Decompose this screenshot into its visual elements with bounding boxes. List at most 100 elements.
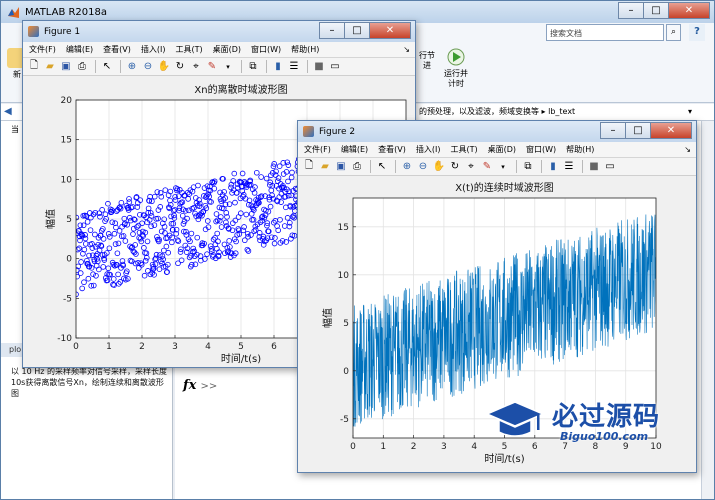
x-tick-label: 4 — [471, 442, 477, 452]
run-and-time-label-1: 运行并 — [444, 69, 468, 78]
zoom-in-icon[interactable]: ⊕ — [400, 160, 414, 174]
x-tick-label: 0 — [350, 442, 356, 452]
menu-insert[interactable]: 插入(I) — [141, 44, 166, 55]
run-and-time-button[interactable]: 运行并 计时 — [441, 47, 471, 89]
zoom-in-icon[interactable]: ⊕ — [125, 60, 139, 74]
chart-title: Xn的离散时域波形图 — [194, 83, 287, 96]
chevron-down-icon[interactable]: ▾ — [688, 104, 692, 120]
pan-icon[interactable]: ✋ — [432, 160, 446, 174]
brush-icon[interactable]: ✎ — [480, 160, 494, 174]
menu-help[interactable]: 帮助(H) — [291, 44, 319, 55]
zoom-out-icon[interactable]: ⊖ — [141, 60, 155, 74]
menu-edit[interactable]: 编辑(E) — [341, 144, 368, 155]
y-tick-label: 5 — [66, 215, 72, 225]
x-tick-label: 2 — [139, 342, 145, 352]
back-arrow-icon[interactable]: ◀ — [4, 104, 12, 120]
open-folder-icon[interactable]: ▰ — [318, 160, 332, 174]
menu-tools[interactable]: 工具(T) — [450, 144, 477, 155]
minimize-icon[interactable]: – — [319, 22, 345, 39]
legend-icon[interactable]: ☰ — [287, 60, 301, 74]
show-plot-tools-icon[interactable]: ▭ — [328, 60, 342, 74]
rotate-icon[interactable]: ↻ — [448, 160, 462, 174]
colorbar-icon[interactable]: ▮ — [546, 160, 560, 174]
fx-icon[interactable]: fx — [183, 378, 196, 393]
dock-arrow-icon[interactable]: ↘ — [403, 45, 410, 54]
data-cursor-icon[interactable]: ⌖ — [189, 60, 203, 74]
menu-window[interactable]: 窗口(W) — [526, 144, 556, 155]
figure-2-window-controls: – □ ✕ — [600, 122, 692, 139]
print-icon[interactable]: ⎙ — [75, 60, 89, 74]
figure-2-title: Figure 2 — [319, 126, 356, 137]
hide-plot-tools-icon[interactable]: ■ — [312, 60, 326, 74]
y-tick-label: 15 — [61, 136, 72, 146]
maximize-icon[interactable]: □ — [344, 22, 370, 39]
save-icon[interactable]: ▣ — [334, 160, 348, 174]
figure-1-toolbar: 🗋 ▰ ▣ ⎙ ↖ ⊕ ⊖ ✋ ↻ ⌖ ✎ ▾ ⧉ ▮ ☰ ■ ▭ — [23, 58, 415, 76]
colorbar-icon[interactable]: ▮ — [271, 60, 285, 74]
y-tick-label: 5 — [343, 319, 349, 329]
new-figure-icon[interactable]: 🗋 — [27, 60, 41, 74]
chevron-down-icon[interactable]: ▾ — [221, 60, 235, 74]
menu-insert[interactable]: 插入(I) — [416, 144, 441, 155]
close-icon[interactable]: ✕ — [650, 122, 692, 139]
print-icon[interactable]: ⎙ — [350, 160, 364, 174]
toolbar-divider — [582, 160, 583, 173]
y-tick-label: 15 — [338, 223, 349, 233]
menu-desktop[interactable]: 桌面(D) — [213, 44, 241, 55]
toolbar-divider — [541, 160, 542, 173]
menu-file[interactable]: 文件(F) — [29, 44, 56, 55]
x-tick-label: 1 — [380, 442, 386, 452]
pan-icon[interactable]: ✋ — [157, 60, 171, 74]
pointer-icon[interactable]: ↖ — [100, 60, 114, 74]
menu-view[interactable]: 查看(V) — [103, 44, 131, 55]
show-plot-tools-icon[interactable]: ▭ — [603, 160, 617, 174]
figure-1-window-controls: – □ ✕ — [319, 22, 411, 39]
brush-icon[interactable]: ✎ — [205, 60, 219, 74]
minimize-icon[interactable]: – — [600, 122, 626, 139]
menu-help[interactable]: 帮助(H) — [566, 144, 594, 155]
close-icon[interactable]: ✕ — [668, 2, 710, 19]
menu-window[interactable]: 窗口(W) — [251, 44, 281, 55]
current-folder-label: 当 — [11, 125, 19, 134]
y-tick-label: 10 — [61, 175, 73, 185]
search-icon[interactable]: ⌕ — [666, 24, 681, 41]
new-figure-icon[interactable]: 🗋 — [302, 160, 316, 174]
matlab-window-controls: – □ ✕ — [618, 2, 710, 19]
link-plot-icon[interactable]: ⧉ — [246, 60, 260, 74]
x-tick-label: 10 — [650, 442, 662, 452]
run-section-button[interactable]: 行节 进 — [419, 51, 435, 71]
menu-file[interactable]: 文件(F) — [304, 144, 331, 155]
menu-edit[interactable]: 编辑(E) — [66, 44, 93, 55]
y-tick-label: -5 — [63, 294, 72, 304]
chevron-down-icon[interactable]: ▾ — [496, 160, 510, 174]
search-input[interactable]: 搜索文档 — [546, 24, 664, 41]
x-tick-label: 5 — [502, 442, 508, 452]
x-axis-label: 时间/t(s) — [221, 352, 261, 365]
close-icon[interactable]: ✕ — [369, 22, 411, 39]
legend-icon[interactable]: ☰ — [562, 160, 576, 174]
menu-tools[interactable]: 工具(T) — [175, 44, 202, 55]
help-icon[interactable]: ? — [689, 24, 705, 41]
save-icon[interactable]: ▣ — [59, 60, 73, 74]
maximize-icon[interactable]: □ — [643, 2, 669, 19]
open-folder-icon[interactable]: ▰ — [43, 60, 57, 74]
command-prompt[interactable]: fx >> — [183, 378, 217, 393]
pointer-icon[interactable]: ↖ — [375, 160, 389, 174]
x-tick-label: 3 — [441, 442, 447, 452]
link-plot-icon[interactable]: ⧉ — [521, 160, 535, 174]
x-tick-label: 0 — [73, 342, 79, 352]
figure-icon — [303, 126, 314, 137]
zoom-out-icon[interactable]: ⊖ — [416, 160, 430, 174]
data-cursor-icon[interactable]: ⌖ — [464, 160, 478, 174]
x-axis-label: 时间/t(s) — [484, 452, 524, 465]
scrollbar[interactable] — [701, 121, 714, 499]
maximize-icon[interactable]: □ — [625, 122, 651, 139]
menu-view[interactable]: 查看(V) — [378, 144, 406, 155]
file-description: 以 10 Hz 的采样频率对信号采样，采样长度10s获得离散信号Xn，绘制连续和… — [11, 367, 168, 398]
rotate-icon[interactable]: ↻ — [173, 60, 187, 74]
y-axis-label: 幅值 — [44, 209, 57, 229]
menu-desktop[interactable]: 桌面(D) — [488, 144, 516, 155]
hide-plot-tools-icon[interactable]: ■ — [587, 160, 601, 174]
dock-arrow-icon[interactable]: ↘ — [684, 145, 691, 154]
minimize-icon[interactable]: – — [618, 2, 644, 19]
